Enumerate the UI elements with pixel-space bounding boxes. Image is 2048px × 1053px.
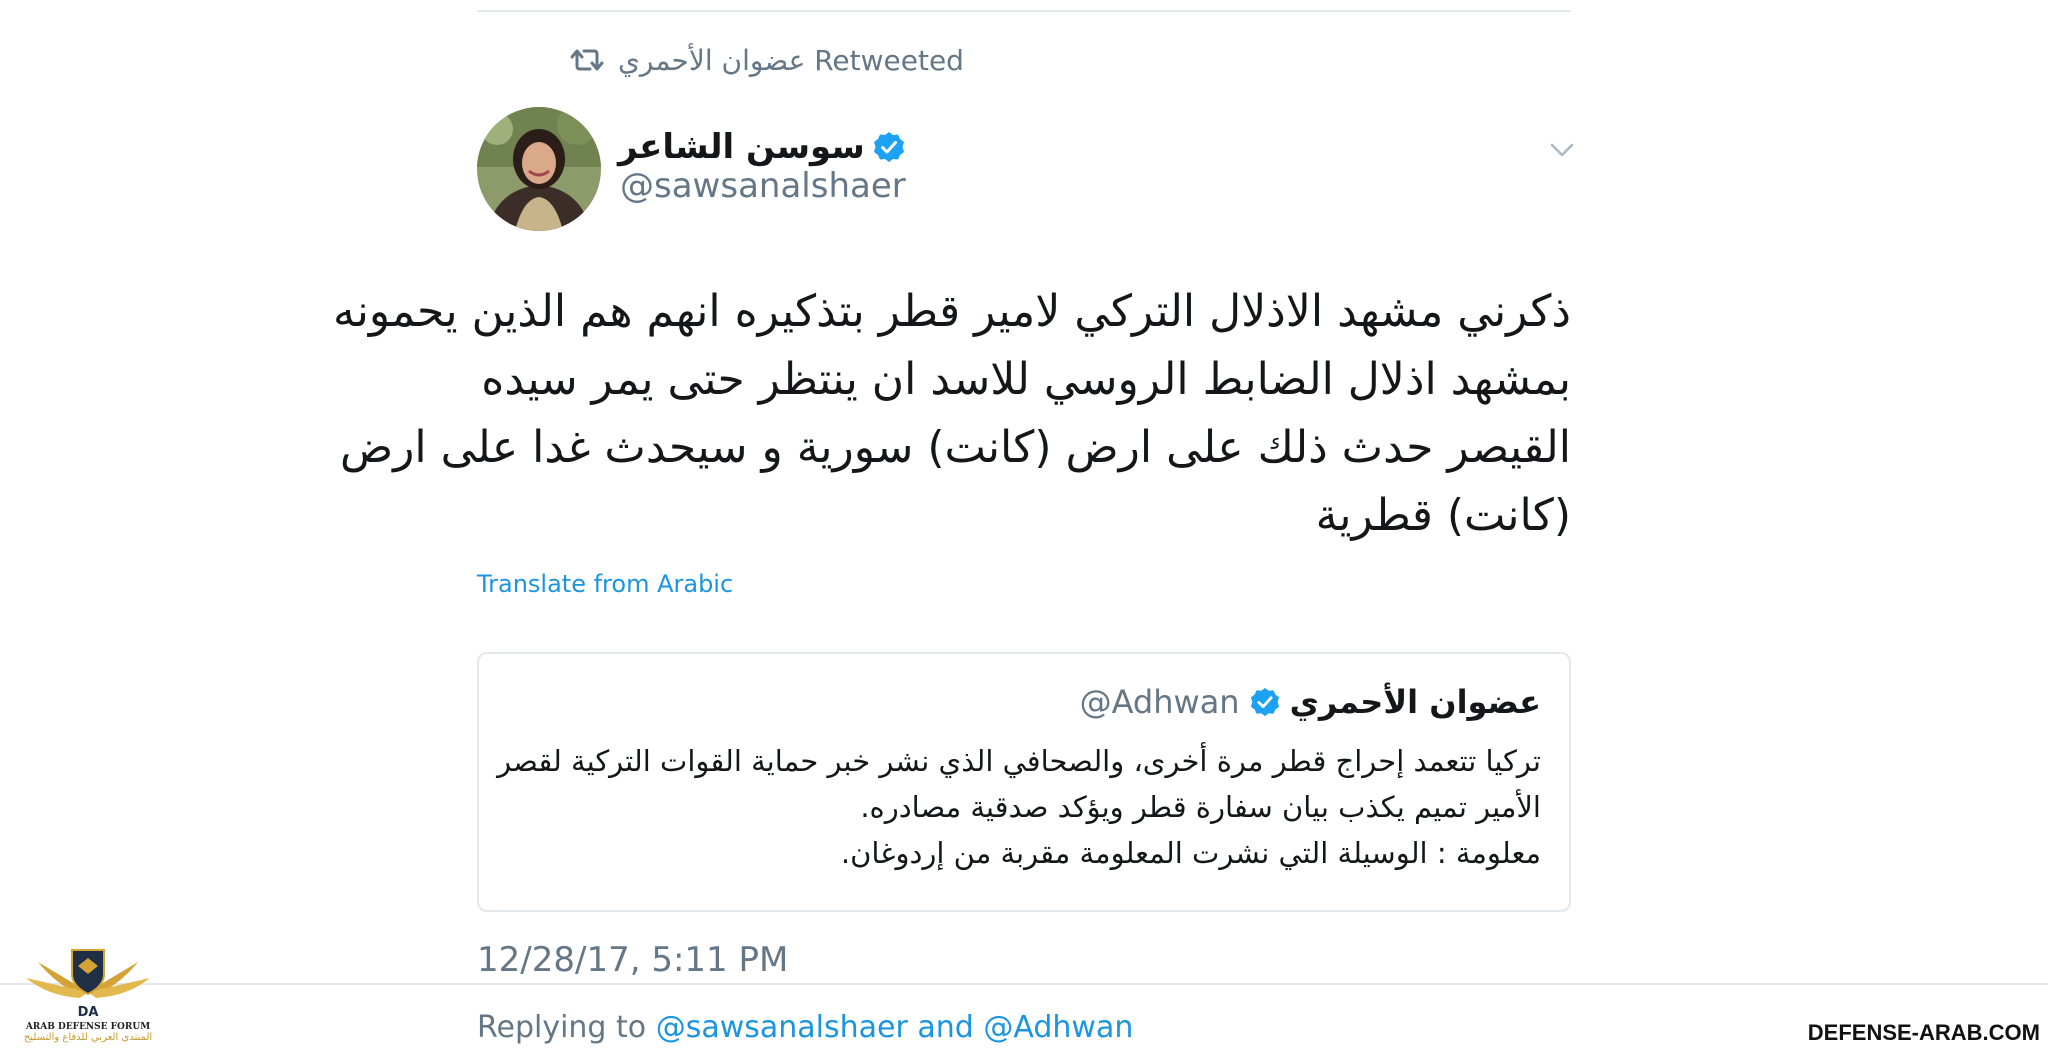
translate-link[interactable]: Translate from Arabic <box>477 570 733 598</box>
tweet-text-line: (كانت) قطرية <box>1315 490 1571 541</box>
quoted-tweet-text: تركيا تتعمد إحراج قطر مرة أخرى، والصحافي… <box>497 738 1541 876</box>
site-watermark: DEFENSE-ARAB.COM <box>1807 1020 2040 1045</box>
retweet-context[interactable]: عضوان الأحمري Retweeted <box>570 40 964 80</box>
replying-prefix: Replying to <box>477 1010 647 1045</box>
tweet-timestamp[interactable]: 12/28/17, 5:11 PM <box>477 940 788 980</box>
author-name[interactable]: سوسن الشاعر <box>618 127 865 167</box>
chevron-down-icon[interactable] <box>1548 136 1576 164</box>
quoted-author-handle: @Adhwan <box>1079 683 1240 721</box>
verified-badge-icon <box>1250 687 1280 717</box>
bottom-divider <box>0 983 2048 985</box>
author-avatar[interactable] <box>477 107 601 231</box>
retweet-icon <box>570 46 604 74</box>
forum-logo-text-en: ARAB DEFENSE FORUM <box>25 1022 151 1032</box>
tweet-text-line: بمشهد اذلال الضابط الروسي للاسد ان ينتظر… <box>481 354 1571 405</box>
quoted-tweet-card[interactable]: @Adhwan عضوان الأحمري تركيا تتعمد إحراج … <box>477 652 1571 912</box>
author-handle[interactable]: @sawsanalshaer <box>620 166 906 206</box>
quoted-text-line: تركيا تتعمد إحراج قطر مرة أخرى، والصحافي… <box>497 744 1541 778</box>
mention-link-adhwan[interactable]: @Adhwan <box>983 1010 1133 1045</box>
forum-logo: DA ARAB DEFENSE FORUM المنتدى العربي للد… <box>18 944 158 1050</box>
quoted-text-line: الأمير تميم يكذب بيان سفارة قطر ويؤكد صد… <box>860 790 1541 824</box>
quoted-text-line: معلومة : الوسيلة التي نشرت المعلومة مقرب… <box>840 836 1541 870</box>
verified-badge-icon <box>873 131 905 163</box>
forum-logo-emblem-icon: DA <box>26 949 150 1020</box>
forum-logo-text-ar: المنتدى العربي للدفاع والتسليح <box>23 1032 153 1043</box>
retweet-label: عضوان الأحمري Retweeted <box>618 43 964 77</box>
tweet-text-line: ذكرني مشهد الاذلال التركي لامير قطر بتذك… <box>332 286 1571 337</box>
tweet-text-line: القيصر حدث ذلك على ارض (كانت) سورية و سي… <box>339 422 1571 473</box>
author-name-row[interactable]: سوسن الشاعر <box>618 122 905 172</box>
quoted-author-name: عضوان الأحمري <box>1289 683 1541 721</box>
tweet-page: عضوان الأحمري Retweeted سوسن الشاعر @saw… <box>0 0 2048 1053</box>
tweet-text: ذكرني مشهد الاذلال التركي لامير قطر بتذك… <box>332 278 1571 550</box>
top-divider <box>477 10 1571 12</box>
mention-link-sawsanalshaer[interactable]: @sawsanalshaer <box>656 1010 908 1045</box>
forum-logo-monogram: DA <box>78 1005 99 1020</box>
replying-conjunction: and <box>917 1010 974 1045</box>
quoted-tweet-header: @Adhwan عضوان الأحمري <box>1080 680 1541 724</box>
replying-to: Replying to @sawsanalshaer and @Adhwan <box>477 1010 1133 1045</box>
